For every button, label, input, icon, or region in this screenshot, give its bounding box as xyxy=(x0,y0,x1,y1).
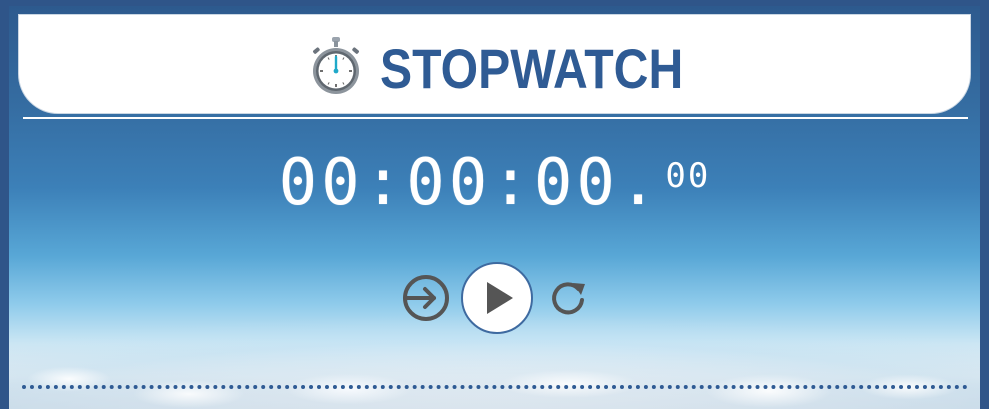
reset-button[interactable] xyxy=(547,277,589,319)
time-display: 00:00:00. 00 xyxy=(0,150,989,216)
lap-button[interactable] xyxy=(401,273,451,323)
title-row: STOPWATCH xyxy=(19,37,970,101)
lap-icon xyxy=(402,275,449,321)
header-divider xyxy=(23,117,968,119)
play-button[interactable] xyxy=(460,262,533,334)
reset-icon xyxy=(551,282,585,315)
stopwatch-icon xyxy=(312,37,359,94)
cloud-layer xyxy=(9,339,980,409)
time-fraction: 00 xyxy=(665,156,711,196)
controls xyxy=(0,262,989,334)
stopwatch-app: STOPWATCH 00:00:00. 00 xyxy=(0,0,989,409)
time-main: 00:00:00. xyxy=(278,146,662,220)
play-icon xyxy=(486,282,513,314)
dotted-divider xyxy=(22,385,968,389)
header-panel: STOPWATCH xyxy=(18,14,971,114)
page-title: STOPWATCH xyxy=(379,37,683,100)
